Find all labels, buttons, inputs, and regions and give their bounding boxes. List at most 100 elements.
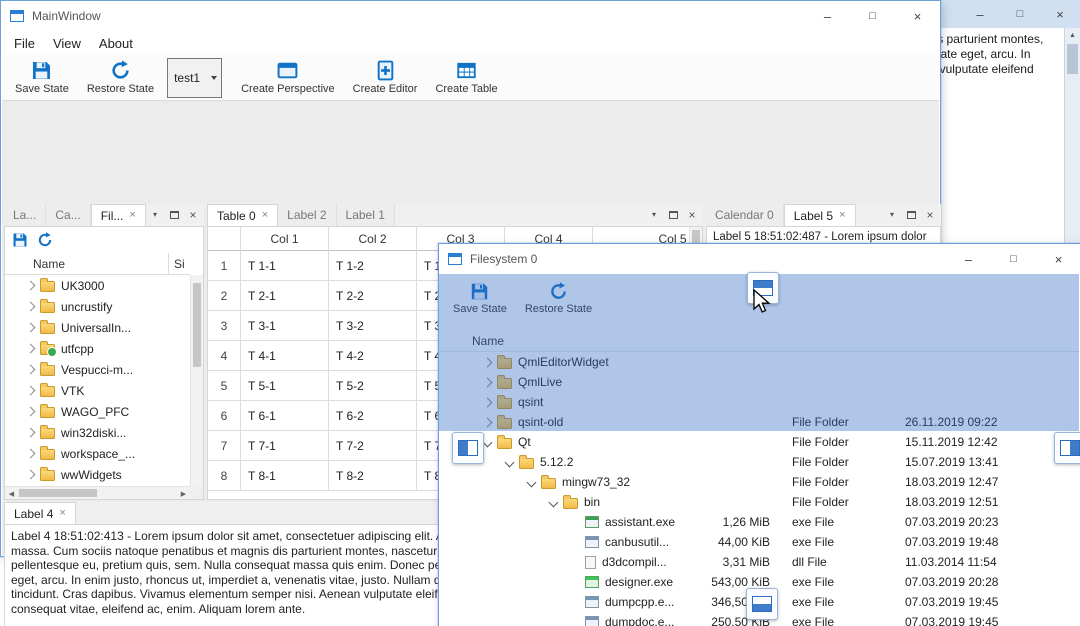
tree-item[interactable]: uncrustify: [5, 296, 190, 317]
table-cell[interactable]: T 4-2: [329, 341, 417, 371]
table-cell[interactable]: T 7-1: [241, 431, 329, 461]
tab-label2[interactable]: Label 2: [278, 204, 337, 226]
create-editor-button[interactable]: Create Editor: [344, 55, 427, 100]
save-state-button[interactable]: Save State: [6, 55, 78, 100]
tab-close-icon[interactable]: ×: [262, 210, 268, 221]
restore-state-icon-button[interactable]: [37, 232, 53, 248]
minimize-button[interactable]: –: [805, 1, 850, 31]
column-header[interactable]: Col 2: [329, 227, 417, 251]
close-dock-button[interactable]: ×: [185, 207, 201, 223]
minimize-button[interactable]: –: [946, 244, 991, 274]
chevron-right-icon[interactable]: [25, 448, 36, 459]
chevron-right-icon[interactable]: [25, 301, 36, 312]
table-cell[interactable]: T 8-2: [329, 461, 417, 491]
table-cell[interactable]: T 6-2: [329, 401, 417, 431]
table-cell[interactable]: T 2-2: [329, 281, 417, 311]
row-header[interactable]: 8: [208, 461, 241, 491]
float-dock-button[interactable]: [903, 207, 919, 223]
table-cell[interactable]: T 1-1: [241, 251, 329, 281]
scroll-up-icon[interactable]: ▲: [1065, 28, 1080, 42]
perspective-combobox[interactable]: test1: [167, 57, 223, 98]
row-header[interactable]: 5: [208, 371, 241, 401]
row-header[interactable]: 7: [208, 431, 241, 461]
chevron-right-icon[interactable]: [25, 364, 36, 375]
table-cell[interactable]: T 3-1: [241, 311, 329, 341]
maximize-button[interactable]: □: [850, 1, 895, 31]
name-column-header[interactable]: Name: [5, 253, 169, 274]
row-header[interactable]: 4: [208, 341, 241, 371]
create-table-button[interactable]: Create Table: [426, 55, 506, 100]
table-cell[interactable]: T 5-1: [241, 371, 329, 401]
chevron-right-icon[interactable]: [25, 427, 36, 438]
tab-close-icon[interactable]: ×: [59, 508, 65, 519]
scroll-right-icon[interactable]: ▶: [177, 487, 190, 499]
restore-state-button[interactable]: Restore State: [78, 55, 163, 100]
fs-row[interactable]: assistant.exe 1,26 MiB exe File 07.03.2019 …: [440, 512, 1080, 532]
maximize-button[interactable]: □: [1000, 0, 1040, 28]
vertical-scrollbar[interactable]: [190, 275, 203, 486]
chevron-down-icon[interactable]: [548, 497, 559, 507]
menu-item-file[interactable]: File: [5, 33, 44, 54]
fs-row[interactable]: canbusutil... 44,00 KiB exe File 07.03.2019…: [440, 532, 1080, 552]
close-button[interactable]: ×: [1040, 0, 1080, 28]
scrollbar-thumb[interactable]: [1067, 44, 1078, 74]
chevron-right-icon[interactable]: [25, 343, 36, 354]
column-header[interactable]: Col 1: [241, 227, 329, 251]
tab-label4[interactable]: Label 4 ×: [4, 502, 76, 524]
chevron-right-icon[interactable]: [25, 385, 36, 396]
tree-item[interactable]: workspace_...: [5, 443, 190, 464]
tree-item[interactable]: win32diski...: [5, 422, 190, 443]
fs-row[interactable]: mingw73_32 File Folder 18.03.2019 12:47: [440, 472, 1080, 492]
chevron-right-icon[interactable]: [25, 322, 36, 333]
float-dock-button[interactable]: [166, 207, 182, 223]
tabs-menu-button[interactable]: ▾: [884, 207, 900, 223]
menu-item-view[interactable]: View: [44, 33, 90, 54]
tab-close-icon[interactable]: ×: [129, 210, 135, 221]
row-header[interactable]: 1: [208, 251, 241, 281]
fs-row[interactable]: bin File Folder 18.03.2019 12:51: [440, 492, 1080, 512]
scrollbar-thumb[interactable]: [19, 489, 97, 497]
tab-label0[interactable]: La...: [4, 204, 47, 226]
row-header[interactable]: 6: [208, 401, 241, 431]
chevron-down-icon[interactable]: [504, 457, 515, 467]
tab-calendar1[interactable]: Ca...: [46, 204, 91, 226]
tree-item[interactable]: WAGO_PFC: [5, 401, 190, 422]
dock-indicator-bottom[interactable]: [746, 588, 778, 620]
tree-item[interactable]: wwWidgets: [5, 464, 190, 485]
row-header[interactable]: 3: [208, 311, 241, 341]
horizontal-scrollbar[interactable]: ◀ ▶: [5, 486, 190, 499]
minimize-button[interactable]: –: [960, 0, 1000, 28]
close-button[interactable]: ×: [895, 1, 940, 31]
table-cell[interactable]: T 6-1: [241, 401, 329, 431]
tree-item[interactable]: utfcpp: [5, 338, 190, 359]
fs-row[interactable]: d3dcompil... 3,31 MiB dll File 11.03.2014 1…: [440, 552, 1080, 572]
tab-close-icon[interactable]: ×: [839, 210, 845, 221]
scroll-left-icon[interactable]: ◀: [5, 487, 18, 499]
fs-row[interactable]: Qt File Folder 15.11.2019 12:42: [440, 432, 1080, 452]
tree-item[interactable]: UniversalIn...: [5, 317, 190, 338]
close-dock-button[interactable]: ×: [684, 207, 700, 223]
dock-indicator-left[interactable]: [452, 432, 484, 464]
tabs-menu-button[interactable]: ▾: [147, 207, 163, 223]
table-cell[interactable]: T 8-1: [241, 461, 329, 491]
table-cell[interactable]: T 5-2: [329, 371, 417, 401]
table-cell[interactable]: T 2-1: [241, 281, 329, 311]
tab-calendar0[interactable]: Calendar 0: [706, 204, 784, 226]
table-cell[interactable]: T 7-2: [329, 431, 417, 461]
scrollbar-thumb[interactable]: [193, 283, 201, 367]
dock-indicator-right[interactable]: [1054, 432, 1080, 464]
menu-item-about[interactable]: About: [90, 33, 142, 54]
tab-filesystem[interactable]: Fil... ×: [90, 204, 146, 226]
tab-label5[interactable]: Label 5 ×: [783, 204, 856, 226]
tree-item[interactable]: Vespucci-m...: [5, 359, 190, 380]
chevron-right-icon[interactable]: [25, 406, 36, 417]
chevron-right-icon[interactable]: [25, 280, 36, 291]
tabs-menu-button[interactable]: ▾: [646, 207, 662, 223]
tab-table0[interactable]: Table 0 ×: [207, 204, 279, 226]
fs-row[interactable]: 5.12.2 File Folder 15.07.2019 13:41: [440, 452, 1080, 472]
chevron-down-icon[interactable]: [526, 477, 537, 487]
create-perspective-button[interactable]: Create Perspective: [232, 55, 344, 100]
tree-item[interactable]: UK3000: [5, 275, 190, 296]
chevron-down-icon[interactable]: [482, 437, 493, 447]
float-dock-button[interactable]: [665, 207, 681, 223]
